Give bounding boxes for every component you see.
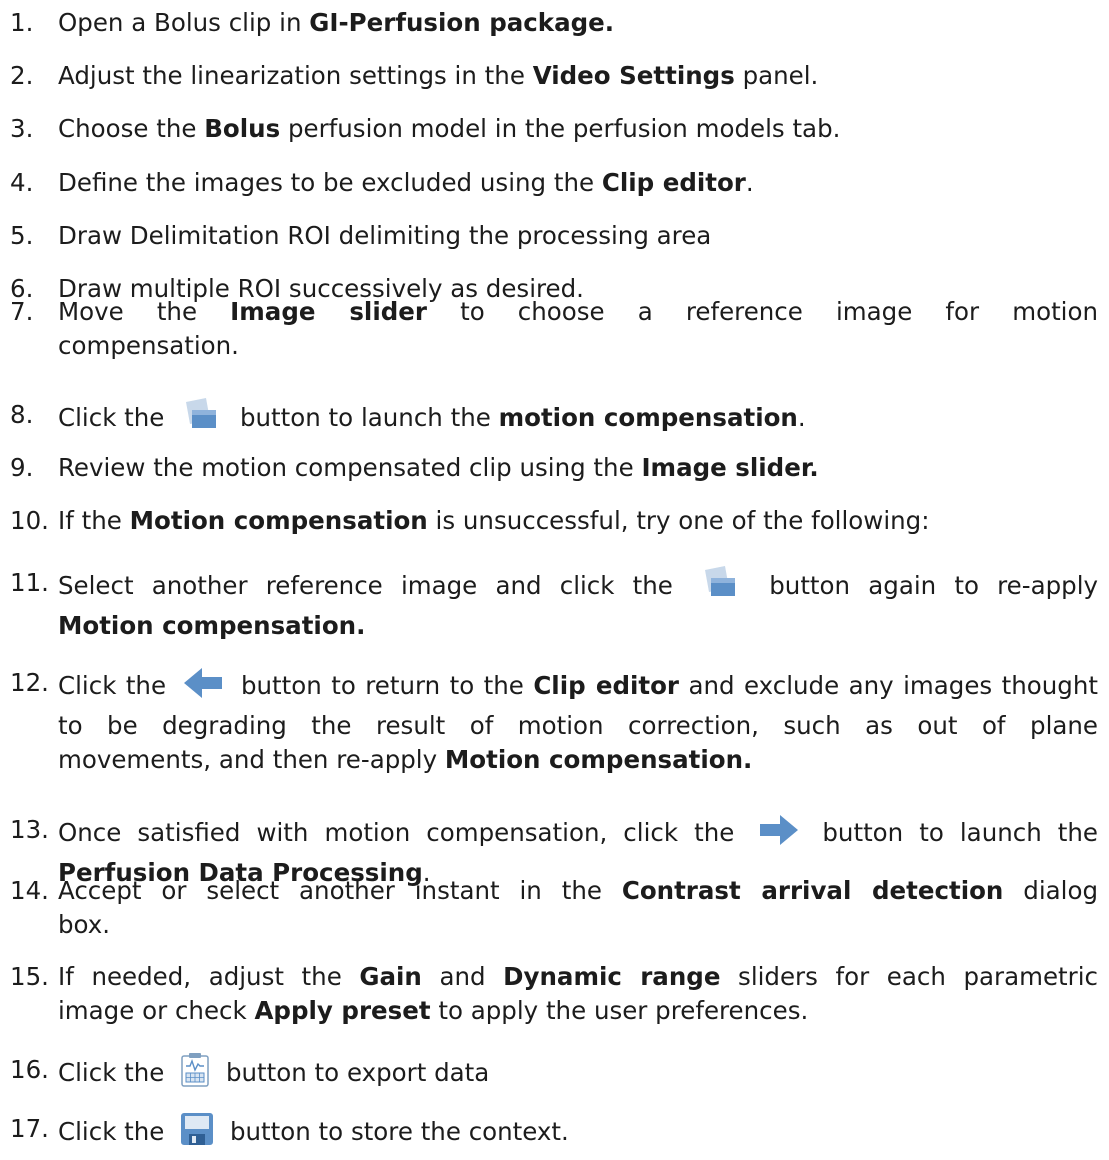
motion-compensation-icon[interactable] [180, 398, 224, 441]
step-number: 15. [10, 962, 49, 991]
instruction-document: 1. Open a Bolus clip in GI-Perfusion pac… [0, 0, 1109, 1160]
step-number: 11. [10, 568, 49, 597]
step-number: 3. [10, 114, 34, 143]
back-arrow-icon[interactable] [183, 666, 224, 709]
export-data-icon[interactable] [180, 1053, 210, 1096]
step-number: 4. [10, 168, 34, 197]
step-number: 17. [10, 1114, 49, 1143]
step-number: 10. [10, 506, 49, 535]
step-number: 14. [10, 876, 49, 905]
step-number: 13. [10, 815, 49, 844]
forward-arrow-icon[interactable] [758, 813, 799, 856]
step-number: 8. [10, 400, 34, 429]
step-number: 16. [10, 1055, 49, 1084]
step-number: 7. [10, 297, 34, 326]
motion-compensation-icon[interactable] [699, 566, 743, 609]
step-number: 9. [10, 453, 34, 482]
step-number: 12. [10, 668, 49, 697]
step-number: 2. [10, 61, 34, 90]
step-number: 1. [10, 8, 34, 37]
step-number: 5. [10, 221, 34, 250]
save-context-icon[interactable] [180, 1112, 214, 1155]
